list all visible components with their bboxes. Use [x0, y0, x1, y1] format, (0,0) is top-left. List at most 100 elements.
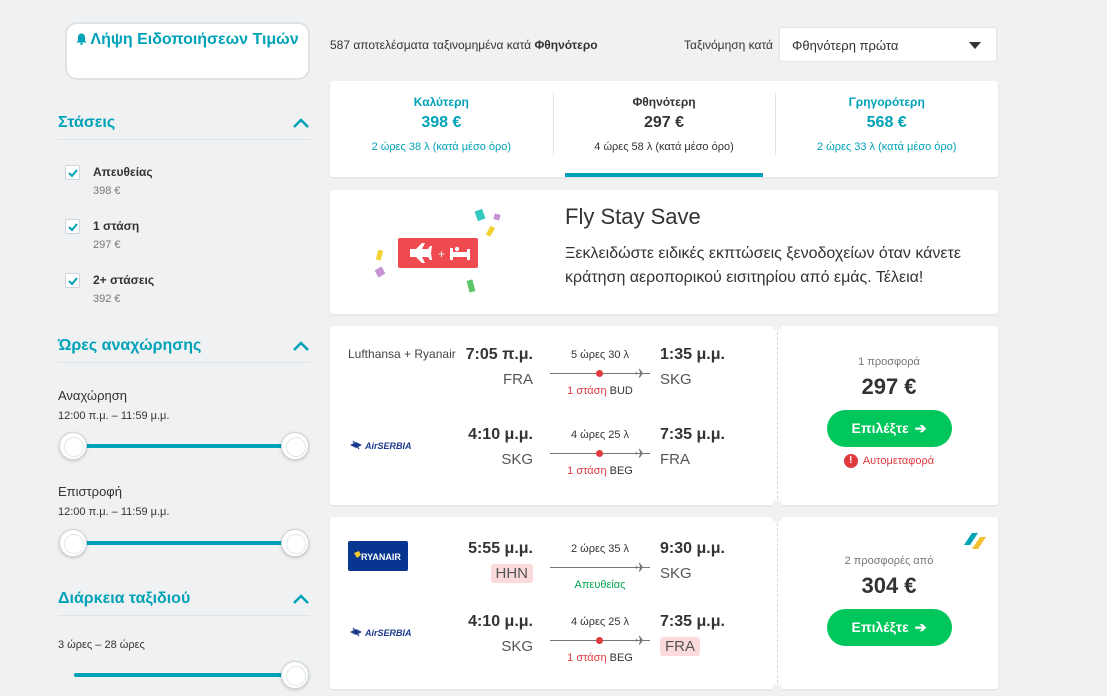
tab-best[interactable]: Καλύτερη 398 € 2 ώρες 38 λ (κατά μέσο όρ… [330, 81, 553, 177]
two-plus-checkbox[interactable] [65, 273, 80, 288]
return-slider-max-handle[interactable] [281, 529, 309, 557]
departure-range: 12:00 π.μ. – 11:59 μ.μ. [58, 410, 170, 422]
stops-info: 1 στάση BEG [540, 652, 660, 664]
stop-option-label: Απευθείας [93, 165, 153, 179]
stops-info: Απευθείας [540, 579, 660, 591]
flight-duration: 4 ώρες 25 λ [570, 616, 630, 628]
departure-slider-track[interactable] [74, 444, 296, 448]
departure-time: 4:10 μ.μ. [468, 613, 533, 630]
direct-checkbox[interactable] [65, 165, 80, 180]
stops-filter-header[interactable]: Στάσεις [58, 112, 310, 140]
select-button[interactable]: Επιλέξτε ➔ [826, 609, 952, 646]
select-button-label: Επιλέξτε [851, 420, 909, 436]
stops-filter-title: Στάσεις [58, 113, 116, 131]
stops-info: 1 στάση BEG [540, 465, 660, 477]
price: 304 € [861, 573, 917, 598]
tab-price: 568 € [866, 114, 907, 131]
tab-fastest[interactable]: Γρηγορότερη 568 € 2 ώρες 33 λ (κατά μέσο… [775, 81, 998, 177]
price-panel: 2 προσφορές από 304 € Επιλέξτε ➔ [780, 555, 998, 646]
duration-filter-title: Διάρκεια ταξιδιού [58, 589, 191, 607]
stop-option-price: 398 € [93, 185, 121, 197]
stop-option-label: 1 στάση [93, 219, 140, 233]
sort-tabs: Καλύτερη 398 € 2 ώρες 38 λ (κατά μέσο όρ… [330, 81, 998, 177]
plane-icon: ✈ [635, 560, 646, 575]
return-slider-min-handle[interactable] [59, 529, 87, 557]
airserbia-logo: AirSERBIA [350, 627, 412, 638]
outbound-leg: Lufthansa + Ryanair 7:05 π.μ. FRA 5 ώρες… [330, 338, 775, 398]
tab-duration: 2 ώρες 38 λ (κατά μέσο όρο) [371, 141, 512, 153]
price-panel: 1 προσφορά 297 € Επιλέξτε ➔ ! Αυτομεταφορά [780, 356, 998, 468]
stopover-airport: BUD [609, 385, 633, 397]
self-transfer-warning[interactable]: ! Αυτομεταφορά [780, 454, 998, 468]
results-count: 587 αποτελέσματα ταξινομημένα κατά Φθηνό… [330, 38, 598, 52]
results-count-text: 587 αποτελέσματα ταξινομημένα κατά [330, 38, 532, 52]
chevron-up-icon[interactable] [292, 340, 310, 352]
tab-title: Καλύτερη [413, 95, 469, 109]
bell-icon [76, 33, 87, 45]
stop-dot [596, 637, 603, 644]
flight-duration: 2 ώρες 35 λ [570, 543, 630, 555]
one-stop-checkbox[interactable] [65, 219, 80, 234]
stop-option-price: 392 € [93, 293, 121, 305]
stops-info: 1 στάση BUD [540, 385, 660, 397]
card-divider [777, 523, 778, 683]
departure-label: Αναχώρηση [58, 388, 127, 403]
departure-time: 5:55 μ.μ. [468, 540, 533, 557]
warning-text: Αυτομεταφορά [862, 454, 935, 467]
tab-price: 398 € [421, 114, 462, 131]
price: 297 € [861, 374, 917, 399]
duration-range: 3 ώρες – 28 ώρες [58, 639, 145, 651]
departure-slider-max-handle[interactable] [281, 432, 309, 460]
duration-slider-handle[interactable] [281, 661, 309, 689]
departure-airport: SKG [501, 451, 533, 468]
return-range: 12:00 π.μ. – 11:59 μ.μ. [58, 506, 170, 518]
arrival-airport: FRA [660, 451, 690, 468]
inbound-leg: AirSERBIA 4:10 μ.μ. SKG 4 ώρες 25 λ ✈ 7:… [330, 605, 775, 665]
departure-airport: SKG [501, 638, 533, 655]
stops-count: 1 στάση [567, 385, 607, 397]
times-filter-title: Ώρες αναχώρησης [58, 336, 202, 354]
airserbia-logo: AirSERBIA [350, 440, 412, 451]
tab-duration: 2 ώρες 33 λ (κατά μέσο όρο) [816, 141, 957, 153]
sort-dropdown-value: Φθηνότερη πρώτα [792, 38, 899, 53]
arrival-airport: SKG [660, 565, 692, 582]
airline-logo-text: AirSERBIA [364, 628, 412, 638]
duration-filter-header[interactable]: Διάρκεια ταξιδιού [58, 588, 310, 616]
departure-slider-min-handle[interactable] [59, 432, 87, 460]
return-slider-track[interactable] [74, 541, 296, 545]
airport-change-highlight: FRA [660, 637, 700, 656]
arrow-right-icon: ➔ [914, 619, 927, 635]
airline-logo-text: RYANAIR [361, 552, 401, 562]
price-alert-label: Λήψη Ειδοποιήσεων Τιμών [90, 31, 299, 48]
arrival-airport: SKG [660, 371, 692, 388]
tab-title: Φθηνότερη [632, 95, 696, 109]
times-filter-header[interactable]: Ώρες αναχώρησης [58, 335, 310, 363]
result-card[interactable]: Lufthansa + Ryanair 7:05 π.μ. FRA 5 ώρες… [330, 321, 998, 510]
tab-cheapest[interactable]: Φθηνότερη 297 € 4 ώρες 58 λ (κατά μέσο ό… [552, 81, 776, 177]
arrival-time: 1:35 μ.μ. [660, 346, 725, 363]
stops-count: 1 στάση [567, 652, 607, 664]
return-label: Επιστροφή [58, 484, 122, 499]
promo-title: Fly Stay Save [565, 204, 701, 229]
result-card[interactable]: RYANAIR 5:55 μ.μ. HHN 2 ώρες 35 λ ✈ 9:30… [330, 512, 998, 694]
duration-slider-track[interactable] [74, 673, 296, 677]
fly-stay-save-banner[interactable]: + Fly Stay Save Ξεκλειδώστε ειδικές εκπτ… [330, 190, 998, 314]
stop-option-price: 297 € [93, 239, 121, 251]
sort-dropdown[interactable]: Φθηνότερη πρώτα [779, 27, 997, 62]
select-button[interactable]: Επιλέξτε ➔ [826, 410, 952, 447]
arrival-time: 7:35 μ.μ. [660, 426, 725, 443]
check-icon [68, 169, 78, 178]
chevron-up-icon[interactable] [292, 593, 310, 605]
tab-price: 297 € [643, 114, 685, 131]
departure-time: 4:10 μ.μ. [468, 426, 533, 443]
price-alert-button[interactable]: Λήψη Ειδοποιήσεων Τιμών [65, 22, 310, 80]
exclamation-icon: ! [843, 454, 858, 468]
card-notch [772, 321, 782, 331]
offers-count: 2 προσφορές από [844, 555, 934, 567]
arrival-airport: FRA [660, 637, 700, 656]
stops-count: 1 στάση [567, 465, 607, 477]
promo-text: Ξεκλειδώστε ειδικές εκπτώσεις ξενοδοχείω… [565, 245, 961, 286]
stop-dot [596, 370, 603, 377]
chevron-up-icon[interactable] [292, 117, 310, 129]
ryanair-logo: RYANAIR [348, 541, 408, 571]
